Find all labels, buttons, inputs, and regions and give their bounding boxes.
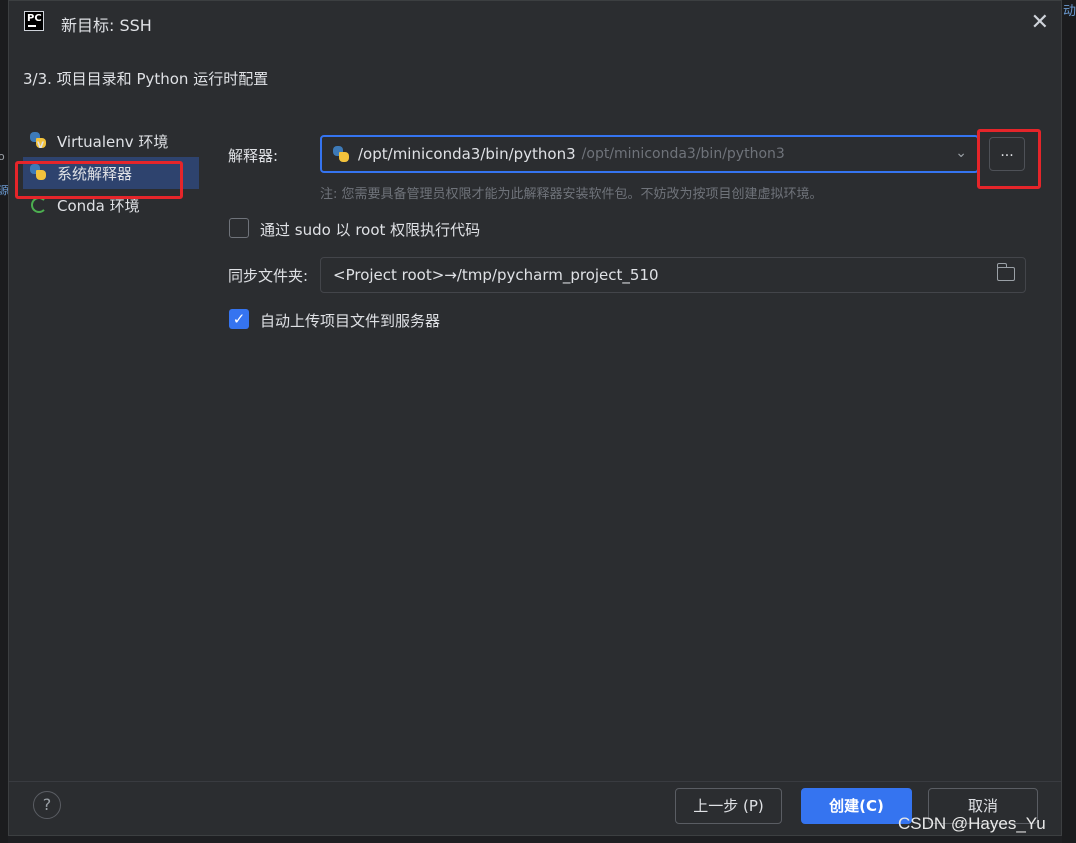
interpreter-note: 注: 您需要具备管理员权限才能为此解释器安装软件包。不妨改为按项目创建虚拟环境。	[320, 187, 823, 202]
create-button[interactable]: 创建(C)	[801, 788, 912, 824]
sidebar-item-virtualenv[interactable]: V Virtualenv 环境	[23, 125, 199, 157]
sidebar-item-conda[interactable]: Conda 环境	[23, 189, 199, 221]
sync-folder-field[interactable]: <Project root>→/tmp/pycharm_project_510	[320, 257, 1026, 293]
new-target-dialog: PC 新目标: SSH ✕ 3/3. 项目目录和 Python 运行时配置 V …	[8, 0, 1062, 836]
pycharm-logo-icon: PC	[24, 11, 44, 31]
sync-folder-label: 同步文件夹:	[228, 267, 309, 285]
back-button[interactable]: 上一步 (P)	[675, 788, 782, 824]
python-icon	[332, 145, 350, 163]
interpreter-label: 解释器:	[228, 147, 279, 165]
interpreter-path: /opt/miniconda3/bin/python3	[358, 145, 576, 163]
background-glyph: o	[0, 150, 5, 163]
sudo-label[interactable]: 通过 sudo 以 root 权限执行代码	[260, 219, 480, 240]
help-icon[interactable]: ?	[33, 791, 61, 819]
sudo-checkbox[interactable]	[229, 218, 249, 238]
auto-upload-label[interactable]: 自动上传项目文件到服务器	[260, 310, 440, 331]
footer-divider	[9, 781, 1061, 782]
sidebar-item-label: Virtualenv 环境	[57, 132, 169, 151]
dialog-title: 新目标: SSH	[61, 16, 152, 35]
conda-icon	[29, 195, 49, 215]
virtualenv-python-icon: V	[29, 131, 49, 151]
interpreter-type-list: V Virtualenv 环境 系统解释器 Conda 环境	[23, 125, 199, 221]
background-glyph: 动	[1063, 4, 1076, 19]
background-left-edge: o 源	[0, 0, 9, 843]
close-icon[interactable]: ✕	[1031, 10, 1049, 35]
sidebar-item-label: Conda 环境	[57, 196, 140, 215]
sidebar-item-system-interpreter[interactable]: 系统解释器	[23, 157, 199, 189]
interpreter-path-hint: /opt/miniconda3/bin/python3	[581, 146, 785, 162]
interpreter-select[interactable]: /opt/miniconda3/bin/python3 /opt/minicon…	[320, 135, 979, 173]
sidebar-item-label: 系统解释器	[57, 164, 133, 183]
background-right-edge: 动	[1062, 0, 1076, 843]
browse-interpreter-button[interactable]: ...	[989, 137, 1025, 171]
auto-upload-checkbox[interactable]: ✓	[229, 309, 249, 329]
sync-folder-value: <Project root>→/tmp/pycharm_project_510	[333, 266, 659, 284]
watermark: CSDN @Hayes_Yu	[898, 814, 1046, 833]
step-heading: 3/3. 项目目录和 Python 运行时配置	[23, 70, 269, 88]
title-bar: PC 新目标: SSH ✕	[9, 1, 1061, 45]
python-icon	[29, 163, 49, 183]
folder-icon[interactable]	[996, 263, 1015, 281]
chevron-down-icon: ⌄	[955, 145, 967, 161]
